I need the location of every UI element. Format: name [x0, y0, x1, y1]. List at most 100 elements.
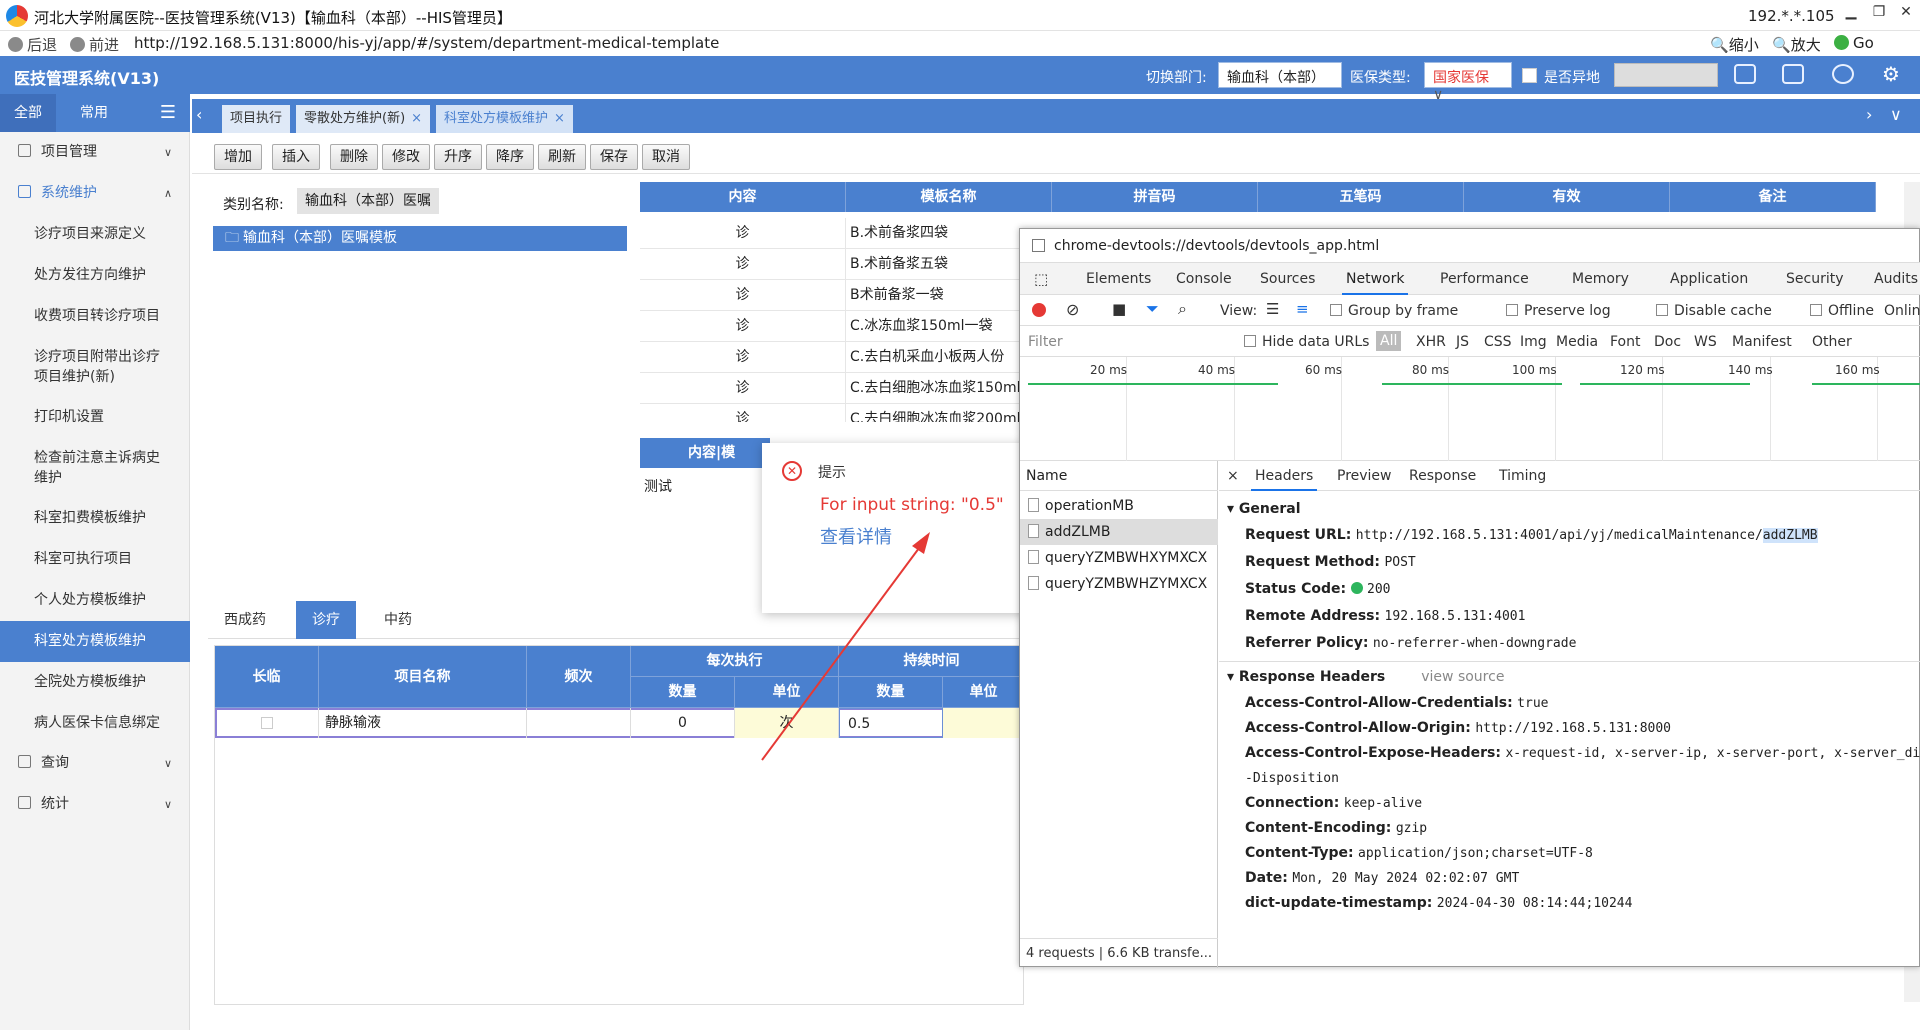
throttle-select[interactable]: Online: [1884, 303, 1920, 319]
filter-all[interactable]: All: [1376, 331, 1402, 351]
col-unit2[interactable]: 单位: [943, 677, 1025, 708]
remote-field[interactable]: [1614, 63, 1718, 87]
waterfall-icon[interactable]: ≡: [1296, 300, 1309, 318]
name-column-header[interactable]: Name: [1020, 461, 1218, 491]
qty-cell[interactable]: 0: [631, 708, 735, 738]
minimize-icon[interactable]: ▁: [1840, 4, 1862, 20]
add-button[interactable]: 增加: [214, 144, 262, 170]
tab-scatter-rx[interactable]: 零散处方维护(新) ×: [296, 105, 431, 133]
col-frequency[interactable]: 频次: [527, 646, 631, 708]
filter-type[interactable]: Media: [1556, 334, 1598, 350]
camera-icon[interactable]: ■: [1112, 300, 1126, 318]
inspect-icon[interactable]: ⬚: [1034, 263, 1048, 295]
col-header[interactable]: 有效: [1464, 182, 1670, 212]
tab-menu-icon[interactable]: ∨: [1890, 105, 1902, 124]
filter-icon[interactable]: ⏷: [1146, 299, 1159, 319]
delete-button[interactable]: 删除: [330, 144, 378, 170]
filter-type[interactable]: JS: [1456, 334, 1469, 350]
tab-treatment[interactable]: 诊疗: [296, 601, 356, 639]
record-icon[interactable]: [1032, 303, 1046, 317]
panel-tab[interactable]: Console: [1176, 263, 1232, 295]
col-header[interactable]: 内容: [640, 182, 846, 212]
zoom-out-button[interactable]: 🔍缩小: [1710, 34, 1759, 55]
sidebar-item-active[interactable]: 科室处方模板维护: [0, 621, 190, 662]
tab-common[interactable]: 常用: [66, 94, 122, 132]
tab-headers[interactable]: Headers: [1251, 461, 1318, 491]
panel-tab[interactable]: Performance: [1440, 263, 1529, 295]
panel-tab[interactable]: Memory: [1572, 263, 1629, 295]
col-qty[interactable]: 数量: [631, 677, 735, 708]
sidebar-item[interactable]: 病人医保卡信息绑定: [0, 713, 190, 733]
screen-icon[interactable]: [1734, 64, 1756, 84]
col-header[interactable]: 模板名称: [846, 182, 1052, 212]
remote-checkbox[interactable]: [1522, 68, 1537, 83]
nav-group-system[interactable]: 系统维护 ∧: [0, 173, 190, 214]
filter-type[interactable]: Manifest: [1732, 334, 1792, 350]
filter-input[interactable]: Filter: [1028, 334, 1228, 350]
print-icon[interactable]: [1782, 64, 1804, 84]
filter-type[interactable]: XHR: [1416, 334, 1446, 350]
panel-tab-active[interactable]: Network: [1342, 263, 1409, 295]
sidebar-item[interactable]: 检查前注意主诉病史维护: [0, 448, 166, 488]
sort-desc-button[interactable]: 降序: [486, 144, 534, 170]
group-by-frame-checkbox[interactable]: Group by frame: [1330, 303, 1458, 319]
panel-tab[interactable]: Elements: [1086, 263, 1151, 295]
tab-project-exec[interactable]: 项目执行: [222, 105, 291, 133]
request-row-selected[interactable]: addZLMB: [1020, 519, 1218, 545]
duration-unit-cell[interactable]: [943, 708, 1025, 738]
hide-data-urls-checkbox[interactable]: Hide data URLs: [1244, 334, 1369, 350]
sidebar-item[interactable]: 个人处方模板维护: [0, 590, 190, 610]
save-button[interactable]: 保存: [590, 144, 638, 170]
menu-icon[interactable]: ☰: [160, 102, 176, 123]
gear-icon[interactable]: ⚙: [1882, 62, 1900, 86]
dept-select[interactable]: 输血科（本部）: [1218, 62, 1342, 88]
tab-dept-template[interactable]: 科室处方模板维护 ×: [436, 105, 573, 133]
item-name-cell[interactable]: 静脉输液: [319, 708, 527, 738]
sidebar-item[interactable]: 收费项目转诊疗项目: [0, 306, 190, 326]
cancel-button[interactable]: 取消: [642, 144, 690, 170]
clear-icon[interactable]: ⊘: [1066, 300, 1079, 319]
preserve-log-checkbox[interactable]: Preserve log: [1506, 303, 1611, 319]
sort-asc-button[interactable]: 升序: [434, 144, 482, 170]
request-row[interactable]: queryYZMBWHZYMXCX: [1020, 571, 1218, 597]
sidebar-item[interactable]: 科室扣费模板维护: [0, 508, 190, 528]
tree-node[interactable]: 🗀 输血科（本部）医嘱模板: [213, 226, 627, 251]
filter-type[interactable]: Font: [1610, 334, 1640, 350]
frequency-cell[interactable]: [527, 708, 631, 738]
nav-group-stats[interactable]: 统计 ∨: [0, 784, 190, 825]
panel-tab[interactable]: Security: [1786, 263, 1844, 295]
col-header[interactable]: 拼音码: [1052, 182, 1258, 212]
sidebar-item[interactable]: 处方发往方向维护: [0, 265, 190, 285]
close-icon[interactable]: ×: [411, 111, 422, 126]
col-item-name[interactable]: 项目名称: [319, 646, 527, 708]
filter-type[interactable]: WS: [1694, 334, 1717, 350]
insert-button[interactable]: 插入: [272, 144, 320, 170]
tab-western[interactable]: 西成药: [208, 601, 282, 639]
filter-type[interactable]: Doc: [1654, 334, 1681, 350]
tab-preview[interactable]: Preview: [1337, 461, 1392, 491]
view-source-link[interactable]: view source: [1421, 669, 1504, 685]
panel-tab[interactable]: Application: [1670, 263, 1748, 295]
offline-checkbox[interactable]: Offline: [1810, 303, 1874, 319]
content-value[interactable]: 测试: [644, 476, 672, 496]
edit-button[interactable]: 修改: [382, 144, 430, 170]
disable-cache-checkbox[interactable]: Disable cache: [1656, 303, 1772, 319]
view-icon[interactable]: [1832, 64, 1854, 84]
go-button[interactable]: Go: [1834, 34, 1874, 52]
long-temp-checkbox[interactable]: [215, 708, 319, 738]
tab-prev-icon[interactable]: ‹: [196, 105, 202, 124]
category-value[interactable]: 输血科（本部）医嘱: [297, 188, 439, 214]
nav-group-project[interactable]: 项目管理 ∨: [0, 132, 190, 173]
col-header[interactable]: 五笔码: [1258, 182, 1464, 212]
tab-response[interactable]: Response: [1409, 461, 1476, 491]
filter-type[interactable]: Img: [1520, 334, 1547, 350]
zoom-in-button[interactable]: 🔍放大: [1772, 34, 1821, 55]
filter-type[interactable]: CSS: [1484, 334, 1512, 350]
back-button[interactable]: 后退: [8, 34, 57, 55]
tab-timing[interactable]: Timing: [1499, 461, 1546, 491]
panel-tab[interactable]: Sources: [1260, 263, 1315, 295]
close-icon[interactable]: ×: [1227, 461, 1239, 491]
general-section[interactable]: ▾ General: [1227, 501, 1301, 517]
sidebar-item[interactable]: 打印机设置: [0, 407, 190, 427]
col-long-temp[interactable]: 长临: [215, 646, 319, 708]
